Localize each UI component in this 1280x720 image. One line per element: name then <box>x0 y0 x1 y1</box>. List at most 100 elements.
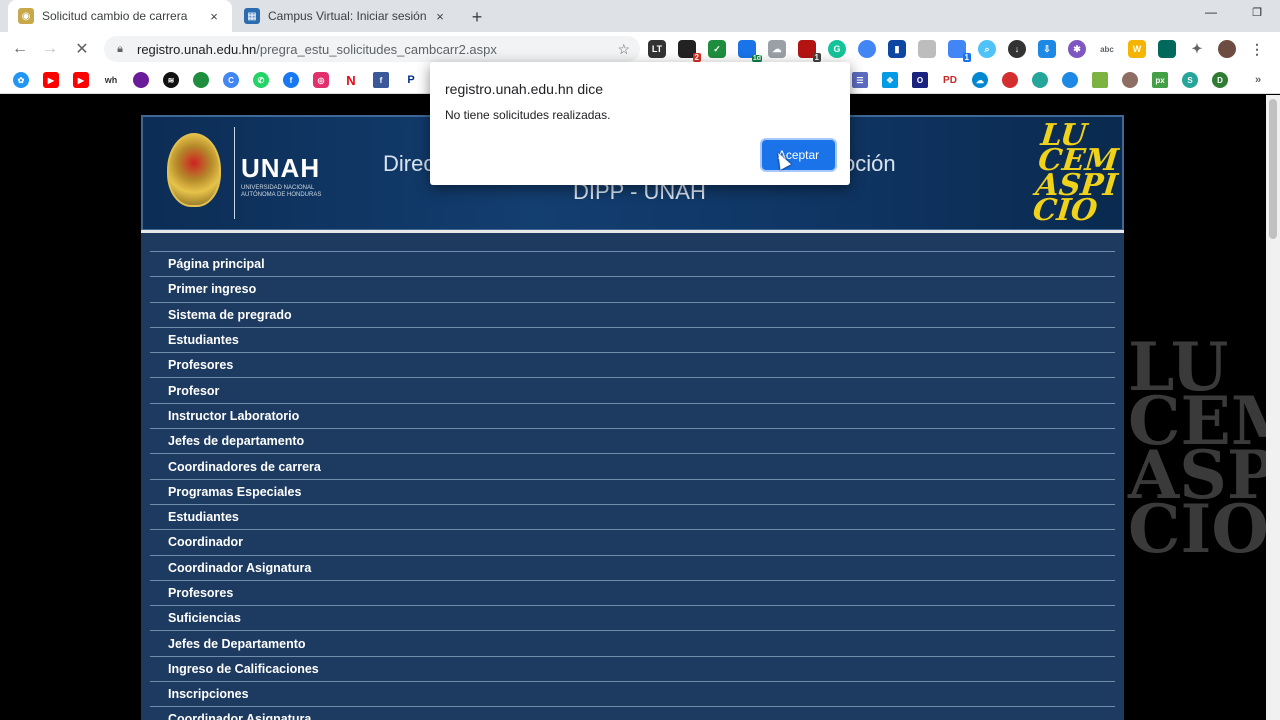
shield-icon[interactable]: ✓ <box>708 40 726 58</box>
lucem-aspicio-watermark: LU CEM ASPI CIO <box>1128 334 1266 562</box>
page-scrollbar[interactable] <box>1266 95 1280 720</box>
back-button[interactable]: ← <box>8 37 32 61</box>
menu-item[interactable]: Programas Especiales <box>150 478 1115 504</box>
bookmark-spotify-icon[interactable]: ≋ <box>163 72 179 88</box>
bookmark-netflix-icon[interactable]: N <box>343 72 359 88</box>
bookmark-c-icon[interactable]: C <box>223 72 239 88</box>
logo-divider <box>234 127 235 219</box>
unah-logo-subtext: UNIVERSIDAD NACIONAL AUTÓNOMA DE HONDURA… <box>241 185 322 198</box>
bookmarks-overflow-icon[interactable]: » <box>1250 72 1266 88</box>
menu-item[interactable]: Suficiencias <box>150 605 1115 631</box>
lucem-aspicio-motto: LU CEM ASPI CIO <box>1031 118 1133 228</box>
dialog-title: registro.unah.edu.hn dice <box>445 81 603 97</box>
extension-badge-count: 2 <box>692 53 701 62</box>
bookmark-whatsapp-icon[interactable]: ✆ <box>253 72 269 88</box>
bookmark-user-icon[interactable] <box>1062 72 1078 88</box>
bookmark-d-icon[interactable]: D <box>1212 72 1228 88</box>
search-extension-icon[interactable]: ⌕ <box>978 40 996 58</box>
menu-item[interactable]: Coordinador <box>150 529 1115 555</box>
menu-item[interactable]: Estudiantes <box>150 503 1115 530</box>
menu-item[interactable]: Estudiantes <box>150 326 1115 353</box>
extension-settings-icon[interactable]: 1 <box>948 40 971 62</box>
extension-orb-icon[interactable] <box>858 40 876 58</box>
tab-solicitud[interactable]: ◉ Solicitud cambio de carrera × <box>8 0 232 32</box>
menu-item[interactable]: Página principal <box>150 251 1115 277</box>
unah-seal-icon <box>167 133 221 207</box>
puzzle-extensions-icon[interactable]: ✦ <box>1188 40 1206 58</box>
unah-logo-text: UNAH <box>241 153 321 183</box>
menu-item[interactable]: Jefes de departamento <box>150 428 1115 454</box>
restore-icon: ❐ <box>1252 6 1262 19</box>
menu-item[interactable]: Sistema de pregrado <box>150 301 1115 327</box>
address-bar[interactable]: 🔒︎ registro.unah.edu.hn/pregra_estu_soli… <box>104 36 640 62</box>
bookmark-px-icon[interactable]: px <box>1152 72 1168 88</box>
bookmark-paypal-icon[interactable]: P <box>403 72 419 88</box>
bookmark-robot-icon[interactable]: ✿ <box>13 72 29 88</box>
unah-favicon-icon: ◉ <box>18 8 34 24</box>
extension-w-icon[interactable]: W <box>1128 40 1146 58</box>
main-menu-panel: Página principal Primer ingreso Sistema de… <box>141 233 1124 720</box>
extension-tool-icon[interactable]: 1 <box>798 40 821 62</box>
bookmark-stack-icon[interactable] <box>1002 72 1018 88</box>
menu-item[interactable]: Ingreso de Calificaciones <box>150 655 1115 682</box>
moodle-favicon-icon: ▦ <box>244 8 260 24</box>
forward-button[interactable]: → <box>38 37 62 61</box>
extension-badge-icon[interactable]: 2 <box>678 40 701 62</box>
menu-item[interactable]: Profesores <box>150 352 1115 378</box>
bookmark-s-icon[interactable]: S <box>1182 72 1198 88</box>
bookmark-move-icon[interactable]: ✥ <box>882 72 898 88</box>
extension-card-icon[interactable] <box>918 40 936 58</box>
bookmark-podcast-icon[interactable] <box>133 72 149 88</box>
bookmark-wh-icon[interactable]: wh <box>103 72 119 88</box>
menu-item[interactable]: Profesor <box>150 377 1115 403</box>
calendar-extension-icon[interactable]: 1d <box>738 40 762 62</box>
bookmark-youtube-icon[interactable]: ▶ <box>73 72 89 88</box>
bookmark-cloud-icon[interactable]: ☁ <box>972 72 988 88</box>
download-circle-icon[interactable]: ↓ <box>1008 40 1026 58</box>
minimize-button[interactable]: — <box>1188 0 1234 24</box>
close-tab-icon[interactable]: × <box>206 8 222 24</box>
restore-button[interactable]: ❐ <box>1234 0 1280 24</box>
browser-menu-icon[interactable]: ⋮ <box>1248 40 1266 58</box>
analytics-icon[interactable]: ▮ <box>888 40 906 58</box>
menu-item[interactable]: Jefes de Departamento <box>150 630 1115 656</box>
bookmark-o-icon[interactable]: O <box>912 72 928 88</box>
cloud-extension-icon[interactable]: ☁ <box>768 40 786 58</box>
bookmark-globe-icon[interactable] <box>1032 72 1048 88</box>
bookmark-facebook-icon[interactable]: f <box>283 72 299 88</box>
bookmark-youtube-icon[interactable]: ▶ <box>43 72 59 88</box>
bookmark-shield-icon[interactable] <box>1122 72 1138 88</box>
bookmark-list-icon[interactable]: ☰ <box>852 72 868 88</box>
profile-avatar[interactable] <box>1218 40 1236 58</box>
bookmark-facebook-square-icon[interactable]: f <box>373 72 389 88</box>
bookmark-star-icon[interactable]: ☆ <box>617 41 630 58</box>
new-tab-button[interactable]: + <box>466 6 488 28</box>
close-tab-icon[interactable]: × <box>432 8 448 24</box>
scrollbar-thumb[interactable] <box>1269 99 1277 239</box>
bookmark-pd-icon[interactable]: PD <box>942 72 958 88</box>
bookmark-instagram-icon[interactable]: ◎ <box>313 72 329 88</box>
bookmark-chat-icon[interactable] <box>193 72 209 88</box>
extension-monitor-icon[interactable] <box>1158 40 1176 58</box>
url-path: /pregra_estu_solicitudes_cambcarr2.aspx <box>256 41 497 57</box>
abc-extension-icon[interactable]: abc <box>1098 40 1116 58</box>
tab-campus-virtual[interactable]: ▦ Campus Virtual: Iniciar sesión en el s… <box>234 0 458 32</box>
menu-item[interactable]: Coordinador Asignatura <box>150 554 1115 580</box>
menu-item[interactable]: Inscripciones <box>150 681 1115 707</box>
menu-item[interactable]: Instructor Laboratorio <box>150 402 1115 429</box>
extensions-bar: LT 2 ✓ 1d ☁ 1 G ▮ 1 ⌕ ↓ ⇩ ✱ abc W ✦ ⋮ <box>648 38 1278 62</box>
menu-item[interactable]: Profesores <box>150 579 1115 606</box>
extension-gear-icon[interactable]: ✱ <box>1068 40 1086 58</box>
grammarly-icon[interactable]: G <box>828 40 846 58</box>
extension-lt-icon[interactable]: LT <box>648 40 666 58</box>
banner-title-start: Direc <box>383 151 435 176</box>
stop-loading-button[interactable]: ✕ <box>70 37 94 61</box>
menu-item[interactable]: Primer ingreso <box>150 276 1115 302</box>
bookmark-chat-green-icon[interactable] <box>1092 72 1108 88</box>
menu-item[interactable]: Coordinador Asignatura <box>150 706 1115 720</box>
url-host: registro.unah.edu.hn <box>137 41 257 57</box>
download-arrow-icon[interactable]: ⇩ <box>1038 40 1056 58</box>
lock-icon[interactable]: 🔒︎ <box>113 43 127 56</box>
tab-title: Solicitud cambio de carrera <box>42 9 188 23</box>
menu-item[interactable]: Coordinadores de carrera <box>150 453 1115 479</box>
